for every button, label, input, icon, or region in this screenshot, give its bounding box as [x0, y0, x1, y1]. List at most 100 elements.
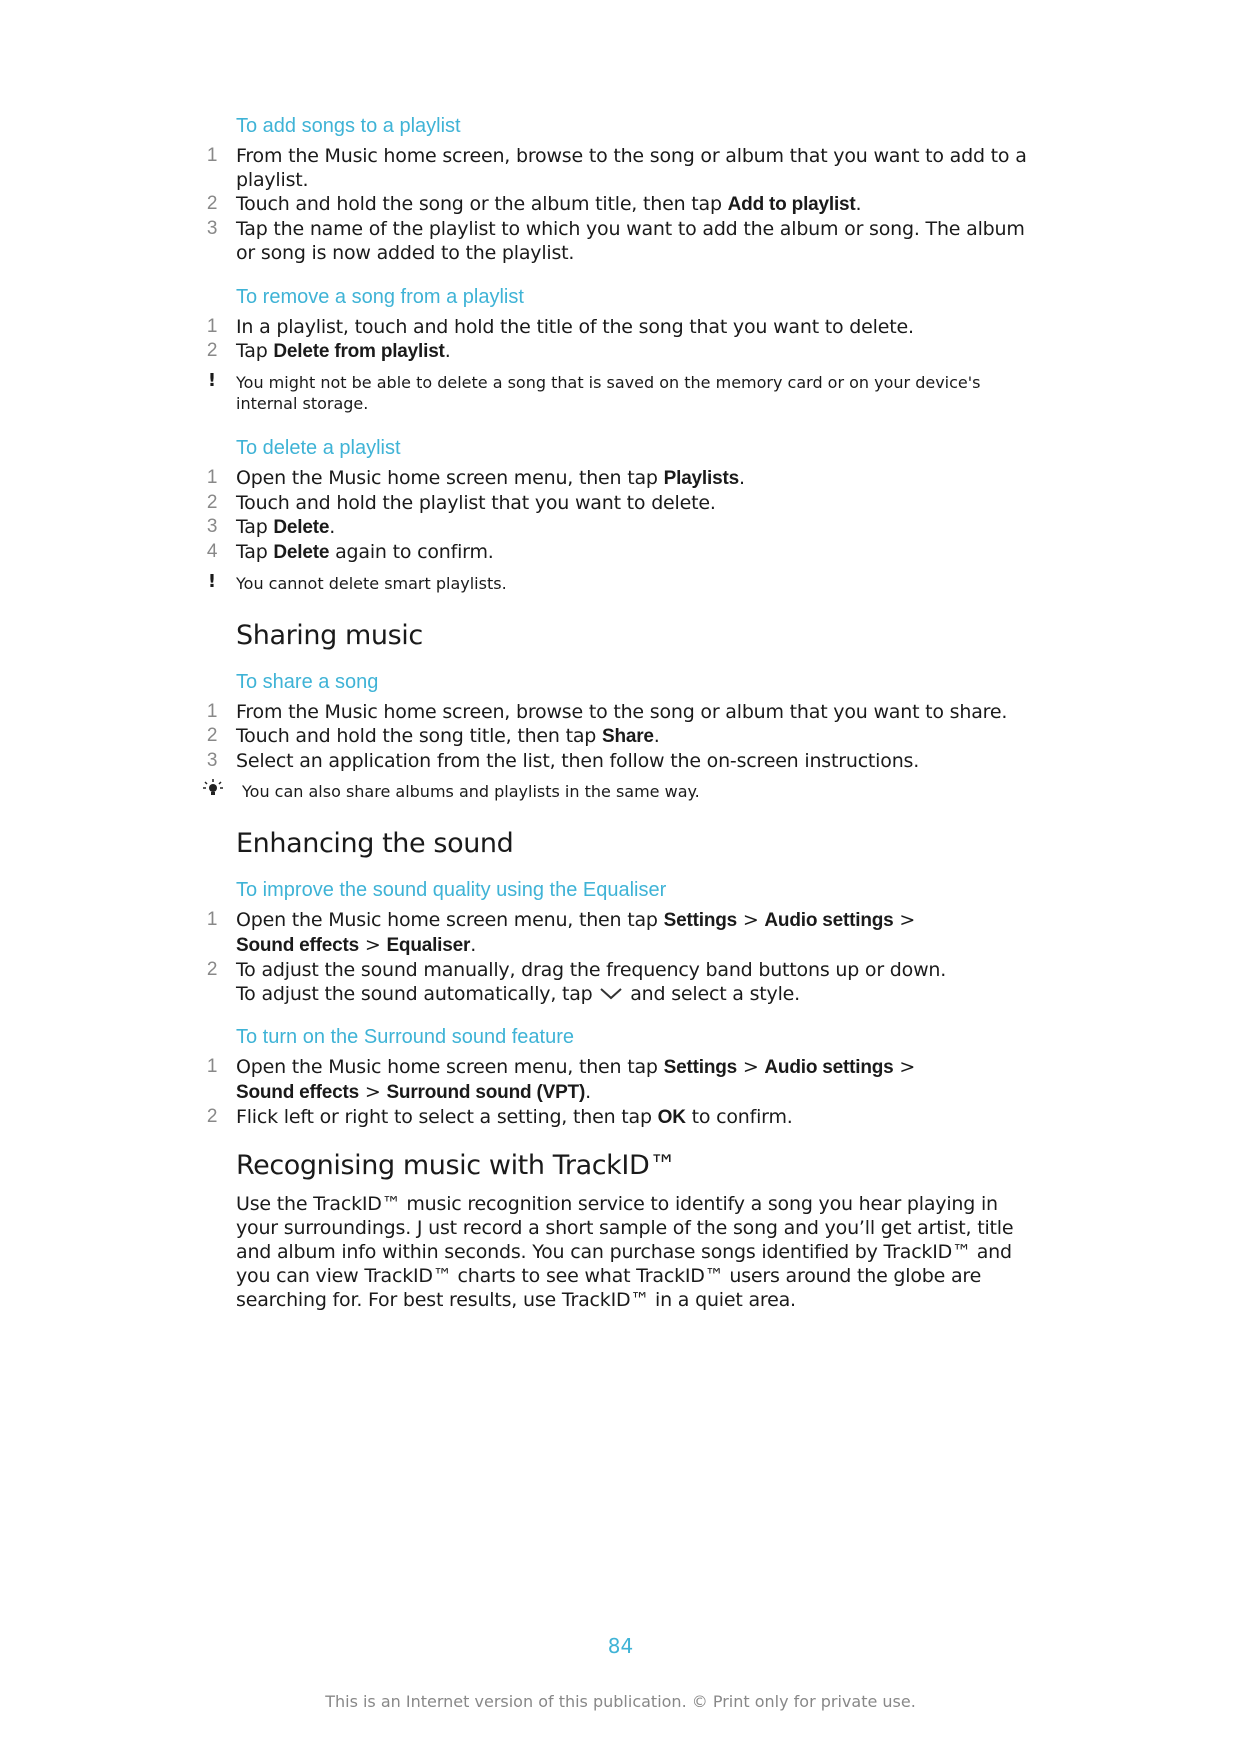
warning-note: ! You might not be able to delete a song … [208, 370, 1036, 414]
ui-term: Surround sound (VPT) [386, 1081, 586, 1103]
ui-term: Equaliser [386, 935, 471, 956]
step: 1 In a playlist, touch and hold the title… [207, 315, 1036, 339]
step-text: Tap the name of the playlist to which yo… [236, 218, 1025, 264]
steps-remove-song: 1 In a playlist, touch and hold the title… [207, 315, 1036, 364]
ui-term: Delete [273, 517, 330, 538]
separator: > [737, 1055, 765, 1078]
step-text: to confirm. [685, 1105, 793, 1128]
step-text: Tap [236, 541, 274, 563]
warning-note: ! You cannot delete smart playlists. [208, 571, 1036, 594]
step-text: . [585, 1080, 591, 1103]
step-text: . [444, 340, 451, 362]
step-text: . [855, 193, 862, 215]
steps-add-songs: 1 From the Music home screen, browse to t… [207, 144, 1036, 265]
trackid-paragraph: Use the TrackID™ music recognition servi… [236, 1192, 1014, 1311]
step-number: 1 [206, 701, 218, 722]
step-number: 3 [206, 516, 218, 537]
step-number: 2 [206, 193, 218, 214]
procedure-title-share-song: To share a song [236, 671, 379, 693]
ui-term: Playlists [663, 468, 740, 489]
step: 1 From the Music home screen, browse to t… [207, 700, 1036, 724]
procedure-title-remove-song: To remove a song from a playlist [236, 286, 524, 308]
step-number: 2 [206, 725, 218, 746]
ui-term: OK [657, 1106, 686, 1128]
step-text: From the Music home screen, browse to th… [236, 145, 1027, 191]
ui-term: Share [601, 726, 654, 747]
step-number: 1 [206, 316, 218, 337]
step-number: 3 [206, 750, 218, 771]
step: 1 Open the Music home screen menu, then t… [207, 1055, 1036, 1105]
footer-notice: This is an Internet version of this publ… [325, 1692, 916, 1711]
step: 2 Flick left or right to select a setting… [207, 1105, 1036, 1130]
chevron-down-icon [598, 983, 624, 1007]
step-text: Open the Music home screen menu, then ta… [236, 1055, 664, 1078]
section-heading-trackid: Recognising music with TrackID™ [236, 1149, 676, 1181]
separator: > [359, 934, 387, 956]
step-text: . [470, 934, 477, 956]
step-text: To adjust the sound manually, drag the f… [236, 959, 947, 981]
ui-term: Settings [663, 1056, 738, 1078]
step-text: and select a style. [624, 983, 800, 1005]
step-text: In a playlist, touch and hold the title … [236, 316, 914, 338]
ui-term: Delete from playlist [273, 341, 445, 362]
separator: > [893, 1055, 916, 1078]
ui-term: Settings [663, 910, 738, 931]
step-number: 4 [206, 541, 218, 562]
step: 4 Tap Delete again to confirm. [207, 540, 1036, 565]
step: 2 Tap Delete from playlist. [207, 339, 1036, 364]
procedure-title-surround: To turn on the Surround sound feature [236, 1025, 575, 1048]
step: 2 To adjust the sound manually, drag the … [207, 958, 1036, 1007]
ui-term: Delete [273, 542, 330, 563]
step-text: Open the Music home screen menu, then ta… [236, 909, 664, 931]
steps-equaliser: 1 Open the Music home screen menu, then t… [207, 908, 1036, 1007]
step-text: Touch and hold the playlist that you wan… [236, 492, 716, 514]
section-heading-enhancing: Enhancing the sound [236, 828, 514, 859]
step: 1 From the Music home screen, browse to t… [207, 144, 1036, 192]
tip-text: You can also share albums and playlists … [242, 782, 700, 801]
step: 3 Tap Delete. [207, 515, 1036, 540]
step-number: 2 [206, 959, 218, 980]
step: 3 Select an application from the list, th… [207, 749, 1036, 773]
step-number: 2 [206, 1105, 218, 1127]
step-text: . [653, 725, 660, 747]
separator: > [737, 909, 765, 931]
document-page: To add songs to a playlist 1 From the Mus… [0, 0, 1241, 1754]
steps-surround: 1 Open the Music home screen menu, then t… [207, 1055, 1036, 1130]
step: 2 Touch and hold the playlist that you wa… [207, 491, 1036, 515]
step-text: From the Music home screen, browse to th… [236, 701, 1008, 723]
step-text: . [738, 467, 745, 489]
step-number: 1 [206, 467, 218, 488]
step: 1 Open the Music home screen menu, then t… [207, 466, 1036, 491]
step-text: Touch and hold the song or the album tit… [236, 193, 728, 215]
step: 2 Touch and hold the song title, then tap… [207, 724, 1036, 749]
step-text: Flick left or right to select a setting,… [236, 1105, 658, 1128]
step-text: To adjust the sound automatically, tap [236, 983, 599, 1005]
steps-share-song: 1 From the Music home screen, browse to t… [207, 700, 1036, 773]
step-number: 1 [206, 145, 218, 166]
step: 3 Tap the name of the playlist to which y… [207, 217, 1036, 265]
tip-note: You can also share albums and playlists … [203, 779, 1036, 802]
page-content: To add songs to a playlist 1 From the Mus… [203, 114, 1036, 1312]
ui-term: Sound effects [236, 1081, 360, 1103]
ui-term: Sound effects [236, 935, 360, 956]
step-text: Touch and hold the song title, then tap [236, 725, 602, 747]
step-number: 2 [206, 340, 218, 361]
step-number: 2 [206, 492, 218, 513]
procedure-title-delete-playlist: To delete a playlist [236, 437, 401, 459]
ui-term: Add to playlist [727, 194, 856, 215]
step-number: 3 [206, 218, 218, 239]
warning-icon: ! [207, 370, 217, 391]
step-number: 1 [206, 1055, 218, 1077]
separator: > [893, 909, 916, 931]
note-text: You cannot delete smart playlists. [236, 574, 507, 593]
step: 1 Open the Music home screen menu, then t… [207, 908, 1036, 958]
section-heading-sharing: Sharing music [236, 620, 423, 651]
step-text: Tap [236, 340, 274, 362]
step-text: Open the Music home screen menu, then ta… [236, 467, 664, 489]
step-text: Tap [236, 516, 274, 538]
ui-term: Audio settings [764, 1056, 894, 1078]
procedure-title-equaliser: To improve the sound quality using the E… [236, 879, 667, 901]
warning-icon: ! [207, 571, 217, 592]
step-text: again to confirm. [329, 541, 494, 563]
step: 2 Touch and hold the song or the album ti… [207, 192, 1036, 217]
